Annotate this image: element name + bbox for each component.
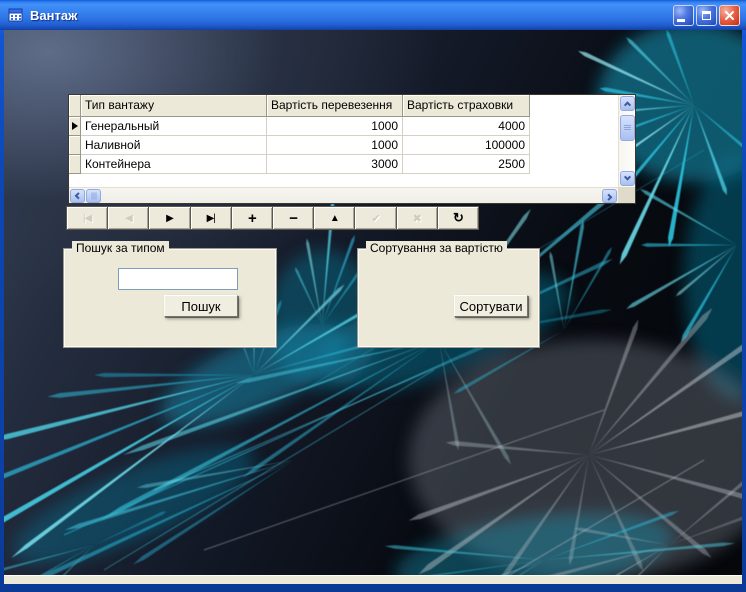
grid-header-row: Тип вантажу Вартість перевезення Вартіст… bbox=[69, 95, 618, 117]
cancel-edit-button[interactable]: ✖ bbox=[395, 206, 438, 230]
last-record-button[interactable]: ▶| bbox=[189, 206, 232, 230]
cell-shipping-cost[interactable]: 1000 bbox=[267, 136, 403, 155]
minimize-button[interactable] bbox=[673, 4, 694, 26]
sort-groupbox: Сортування за вартістю Сортувати bbox=[357, 241, 540, 348]
cell-shipping-cost[interactable]: 3000 bbox=[267, 155, 403, 174]
search-groupbox-title: Пошук за типом bbox=[72, 241, 169, 256]
chevron-left-icon bbox=[74, 191, 82, 199]
horizontal-scroll-thumb[interactable] bbox=[86, 189, 101, 203]
sort-button[interactable]: Сортувати bbox=[454, 295, 528, 317]
search-input[interactable] bbox=[118, 268, 238, 290]
chevron-right-icon bbox=[605, 193, 613, 201]
scroll-up-button[interactable] bbox=[620, 96, 635, 111]
refresh-button[interactable]: ↻ bbox=[436, 206, 480, 230]
thumb-grip-icon bbox=[90, 192, 97, 200]
close-icon bbox=[725, 10, 734, 20]
edit-record-button[interactable]: ▲ bbox=[313, 206, 356, 230]
app-icon bbox=[8, 8, 23, 22]
column-header-shipping-cost: Вартість перевезення bbox=[267, 95, 403, 117]
row-indicator-cell bbox=[69, 155, 81, 174]
scrollbar-corner bbox=[618, 187, 635, 203]
maximize-icon bbox=[702, 10, 711, 20]
current-record-arrow-icon bbox=[71, 122, 78, 130]
app-window: Вантаж Тип вантажу Вартість перевезення … bbox=[0, 0, 746, 592]
vertical-scroll-track[interactable] bbox=[619, 141, 635, 170]
cell-type[interactable]: Контейнера bbox=[81, 155, 267, 174]
scroll-left-button[interactable] bbox=[70, 189, 85, 203]
prior-record-button[interactable]: ◀ bbox=[107, 206, 150, 230]
cell-shipping-cost[interactable]: 1000 bbox=[267, 117, 403, 136]
cell-type[interactable]: Генеральный bbox=[81, 117, 267, 136]
grid-content: Тип вантажу Вартість перевезення Вартіст… bbox=[69, 95, 618, 187]
chevron-down-icon bbox=[623, 173, 632, 181]
grid-indicator-header bbox=[69, 95, 81, 117]
row-indicator-cell bbox=[69, 136, 81, 155]
next-record-button[interactable]: ▶ bbox=[148, 206, 191, 230]
titlebar: Вантаж bbox=[0, 0, 746, 30]
maximize-button[interactable] bbox=[696, 4, 717, 26]
cell-insurance-cost[interactable]: 100000 bbox=[403, 136, 530, 155]
minimize-icon bbox=[676, 18, 685, 22]
insert-record-button[interactable]: + bbox=[230, 206, 274, 230]
client-area: Тип вантажу Вартість перевезення Вартіст… bbox=[4, 30, 742, 584]
column-header-insurance-cost: Вартість страховки bbox=[403, 95, 530, 117]
window-title: Вантаж bbox=[30, 7, 78, 23]
first-record-button[interactable]: |◀ bbox=[66, 206, 109, 230]
post-edit-button[interactable]: ✔ bbox=[354, 206, 397, 230]
search-button[interactable]: Пошук bbox=[164, 295, 238, 317]
chevron-up-icon bbox=[623, 101, 632, 109]
column-header-type: Тип вантажу bbox=[81, 95, 267, 117]
scroll-down-button[interactable] bbox=[620, 171, 635, 186]
scroll-right-button[interactable] bbox=[602, 189, 617, 203]
table-row[interactable]: Наливной 1000 100000 bbox=[69, 136, 618, 155]
cargo-data-grid: Тип вантажу Вартість перевезення Вартіст… bbox=[68, 94, 636, 204]
horizontal-scroll-track[interactable] bbox=[102, 188, 601, 203]
sort-groupbox-title: Сортування за вартістю bbox=[366, 241, 507, 256]
cell-type[interactable]: Наливной bbox=[81, 136, 267, 155]
cell-insurance-cost[interactable]: 4000 bbox=[403, 117, 530, 136]
cell-insurance-cost[interactable]: 2500 bbox=[403, 155, 530, 174]
form-bottom-strip bbox=[4, 575, 742, 584]
db-navigator: |◀ ◀ ▶ ▶| + − ▲ ✔ ✖ ↻ bbox=[66, 206, 480, 230]
vertical-scroll-thumb[interactable] bbox=[620, 115, 635, 141]
vertical-scrollbar[interactable] bbox=[618, 95, 635, 187]
table-row[interactable]: Генеральный 1000 4000 bbox=[69, 117, 618, 136]
close-button[interactable] bbox=[719, 4, 740, 26]
row-indicator-cell bbox=[69, 117, 81, 136]
table-row[interactable]: Контейнера 3000 2500 bbox=[69, 155, 618, 174]
search-groupbox: Пошук за типом Пошук bbox=[63, 241, 277, 348]
horizontal-scrollbar[interactable] bbox=[69, 187, 618, 203]
thumb-grip-icon bbox=[624, 125, 631, 131]
delete-record-button[interactable]: − bbox=[272, 206, 315, 230]
